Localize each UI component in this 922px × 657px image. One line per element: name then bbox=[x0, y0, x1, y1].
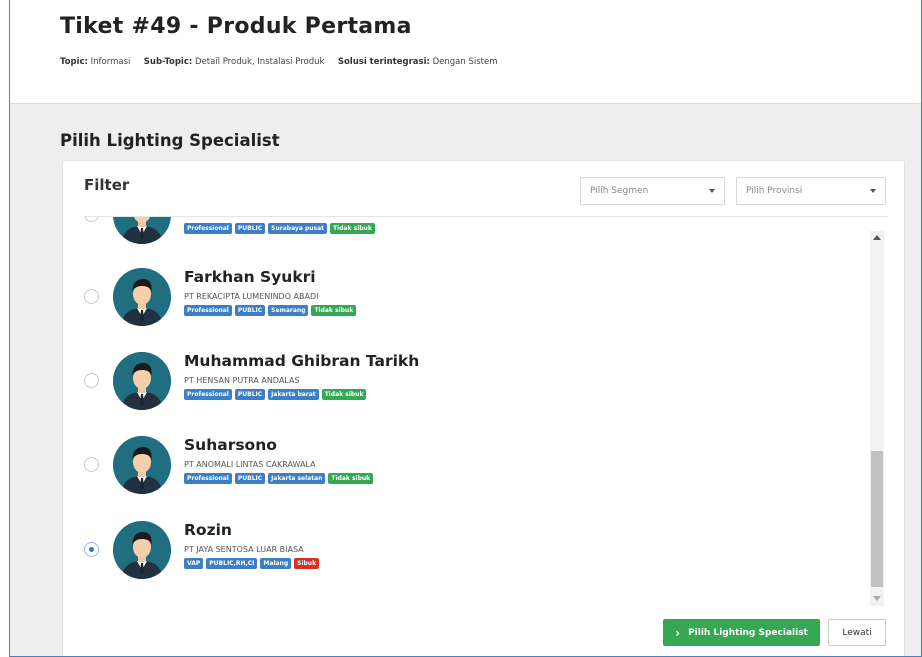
solution-label: Solusi terintegrasi: bbox=[337, 57, 430, 67]
specialist-tags: Professional PUBLIC Surabaya pusat Tidak si… bbox=[184, 223, 375, 234]
select-radio[interactable] bbox=[84, 217, 99, 222]
skip-label: Lewati bbox=[842, 627, 872, 638]
ticket-meta: Topic: Informasi Sub-Topic: Detail Produ… bbox=[60, 57, 497, 67]
avatar-icon bbox=[113, 521, 171, 579]
select-radio[interactable] bbox=[84, 289, 99, 304]
specialist-company: PT JAYA SENTOSA LUAR BIASA bbox=[184, 545, 304, 554]
list-item[interactable]: Professional PUBLIC Surabaya pusat Tidak si… bbox=[63, 217, 863, 255]
avatar-icon bbox=[113, 436, 171, 494]
choose-specialist-label: Pilih Lighting Specialist bbox=[688, 627, 808, 638]
status-badge: PUBLIC bbox=[234, 305, 266, 316]
specialist-name: Rozin bbox=[184, 521, 232, 539]
topic-label: Topic: bbox=[60, 57, 88, 67]
specialist-card: Filter Pilih Segmen Pilih Provinsi Profe… bbox=[62, 160, 905, 656]
specialist-name: Suharsono bbox=[184, 436, 277, 454]
status-badge: Tidak sibuk bbox=[328, 473, 374, 484]
status-badge: Professional bbox=[184, 473, 232, 484]
status-badge: Professional bbox=[184, 305, 232, 316]
subtopic-label: Sub-Topic: bbox=[143, 57, 193, 67]
specialist-company: PT ANOMALI LINTAS CAKRAWALA bbox=[184, 460, 316, 469]
specialist-name: Farkhan Syukri bbox=[184, 268, 316, 286]
app-frame: Tiket #49 - Produk Pertama Topic: Inform… bbox=[9, 0, 922, 657]
specialist-tags: Professional PUBLIC Semarang Tidak sibuk bbox=[184, 305, 357, 316]
status-badge: Tidak sibuk bbox=[321, 389, 367, 400]
specialist-company: PT REKACIPTA LUMENINDO ABADI bbox=[184, 292, 319, 301]
status-badge: PUBLIC bbox=[234, 473, 266, 484]
scroll-down-arrow-icon[interactable] bbox=[873, 596, 881, 601]
skip-button[interactable]: Lewati bbox=[828, 619, 886, 646]
status-badge: Surabaya pusat bbox=[268, 223, 328, 234]
section-title: Pilih Lighting Specialist bbox=[60, 131, 280, 150]
avatar-icon bbox=[113, 217, 171, 244]
topic-value: Informasi bbox=[90, 57, 131, 67]
specialist-tags: VAP PUBLIC,RH,CI Malang Sibuk bbox=[184, 558, 320, 569]
segment-select-placeholder: Pilih Segmen bbox=[590, 186, 649, 196]
status-badge: VAP bbox=[184, 558, 204, 569]
specialist-company: PT HENSAN PUTRA ANDALAS bbox=[184, 376, 300, 385]
list-item[interactable]: Muhammad Ghibran Tarikh PT HENSAN PUTRA A… bbox=[63, 341, 863, 421]
segment-select[interactable]: Pilih Segmen bbox=[580, 177, 725, 205]
status-badge: PUBLIC bbox=[234, 223, 266, 234]
chevron-right-icon: › bbox=[675, 625, 681, 640]
specialist-tags: Professional PUBLIC Jakarta barat Tidak sib… bbox=[184, 389, 367, 400]
ticket-title: Tiket #49 - Produk Pertama bbox=[60, 14, 412, 39]
status-badge: PUBLIC bbox=[234, 389, 266, 400]
specialist-list: Professional PUBLIC Surabaya pusat Tidak si… bbox=[63, 217, 868, 607]
status-badge: Jakarta selatan bbox=[268, 473, 326, 484]
province-select[interactable]: Pilih Provinsi bbox=[736, 177, 886, 205]
status-badge: Tidak sibuk bbox=[330, 223, 375, 234]
list-item[interactable]: Suharsono PT ANOMALI LINTAS CAKRAWALA Prof… bbox=[63, 425, 863, 505]
status-badge: Jakarta barat bbox=[268, 389, 319, 400]
scrollbar-thumb[interactable] bbox=[871, 451, 883, 587]
status-badge: Professional bbox=[184, 389, 232, 400]
list-item[interactable]: Rozin PT JAYA SENTOSA LUAR BIASA VAP PUBLIC… bbox=[63, 510, 863, 590]
status-badge: Professional bbox=[184, 223, 232, 234]
specialist-tags: Professional PUBLIC Jakarta selatan Tidak s… bbox=[184, 473, 374, 484]
status-badge: Semarang bbox=[268, 305, 309, 316]
select-radio[interactable] bbox=[84, 542, 99, 557]
status-badge: PUBLIC,RH,CI bbox=[206, 558, 258, 569]
chevron-down-icon bbox=[709, 189, 715, 193]
chevron-down-icon bbox=[870, 189, 876, 193]
list-item[interactable]: Farkhan Syukri PT REKACIPTA LUMENINDO ABA… bbox=[63, 257, 863, 337]
specialist-name: Muhammad Ghibran Tarikh bbox=[184, 352, 420, 370]
radio-selected-dot bbox=[89, 547, 94, 552]
scroll-up-arrow-icon[interactable] bbox=[873, 235, 881, 240]
status-badge: Malang bbox=[260, 558, 292, 569]
avatar-icon bbox=[113, 352, 171, 410]
choose-specialist-button[interactable]: › Pilih Lighting Specialist bbox=[663, 619, 820, 646]
province-select-placeholder: Pilih Provinsi bbox=[746, 186, 803, 196]
status-badge: Sibuk bbox=[294, 558, 320, 569]
subtopic-value: Detail Produk, Instalasi Produk bbox=[194, 57, 325, 67]
select-radio[interactable] bbox=[84, 373, 99, 388]
select-radio[interactable] bbox=[84, 457, 99, 472]
solution-value: Dengan Sistem bbox=[432, 57, 498, 67]
list-scrollbar[interactable] bbox=[870, 231, 884, 606]
status-badge: Tidak sibuk bbox=[311, 305, 357, 316]
avatar-icon bbox=[113, 268, 171, 326]
filter-label: Filter bbox=[84, 176, 130, 194]
ticket-header: Tiket #49 - Produk Pertama Topic: Inform… bbox=[10, 0, 921, 104]
